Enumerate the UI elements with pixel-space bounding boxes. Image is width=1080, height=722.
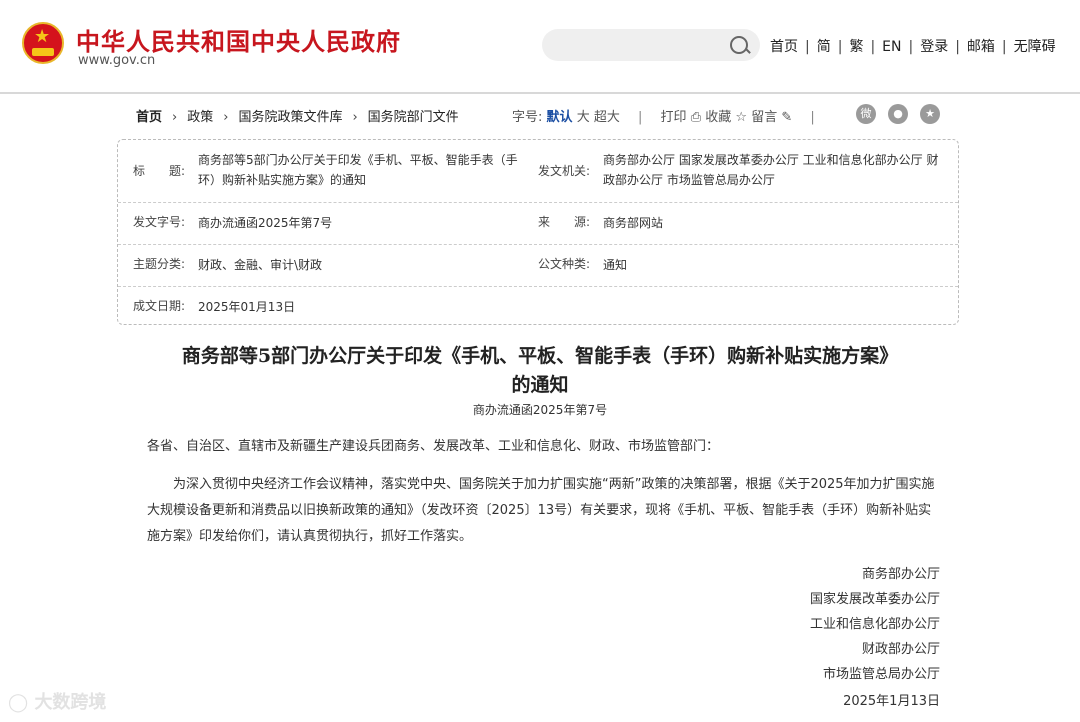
printer-icon: ⎙ [690,110,702,125]
document-title-line1: 商务部等5部门办公厅关于印发《手机、平板、智能手表（手环）购新补贴实施方案》 [181,345,899,367]
breadcrumb-policy[interactable]: 政策 [187,110,213,125]
document-title-line2: 的通知 [511,374,569,396]
source-label: 来 源: [538,215,591,229]
link-simplified[interactable]: 简 [817,39,831,55]
info-row: 标 题: 商务部等5部门办公厅关于印发《手机、平板、智能手表（手环）购新补贴实施… [118,140,958,203]
collect-button[interactable]: 收藏 [705,110,731,125]
breadcrumb-home[interactable]: 首页 [136,110,162,125]
weibo-icon[interactable]: 微 [856,104,876,124]
info-row: 发文字号: 商办流通函2025年第7号 来 源: 商务部网站 [118,202,958,245]
site-header: ★ 中华人民共和国中央人民政府 www.gov.cn 首页 | 简 | 繁 | EN | 登录 |… [0,0,1080,94]
page-tools: 字号: 默认 大 超大 | 打印 ⎙ 收藏 ☆ 留言 ✎ | [512,110,815,125]
source-value: 商务部网站 [603,216,664,230]
signatory: 国家发展改革委办公厅 [809,592,940,607]
breadcrumb-dept-docs[interactable]: 国务院部门文件 [368,110,459,125]
watermark-logo-icon: ◯ [8,692,29,713]
signatory: 工业和信息化部办公厅 [809,617,940,632]
sign-date: 2025年1月13日 [843,694,940,709]
signatory: 财政部办公厅 [861,642,940,657]
print-button[interactable]: 打印 [661,110,687,125]
salutation: 各省、自治区、直辖市及新疆生产建设兵团商务、发展改革、工业和信息化、财政、市场监… [147,439,720,454]
date-value: 2025年01月13日 [198,300,296,314]
date-label: 成文日期: [133,299,186,313]
link-login[interactable]: 登录 [920,39,948,55]
issuer-value: 商务部办公厅 国家发展改革委办公厅 工业和信息化部办公厅 财政部办公厅 市场监管… [603,153,939,187]
topic-value: 财政、金融、审计\财政 [198,258,323,272]
info-row: 主题分类: 财政、金融、审计\财政 公文种类: 通知 [118,244,958,287]
link-accessibility[interactable]: 无障碍 [1014,39,1056,55]
wechat-icon[interactable]: ● [888,104,908,124]
font-large-button[interactable]: 大 [577,110,590,125]
search-icon[interactable] [730,36,748,54]
info-row: 成文日期: 2025年01月13日 [118,286,958,324]
docno-value: 商办流通函2025年第7号 [198,216,333,230]
docno-label: 发文字号: [133,215,186,229]
watermark-text: 大数跨境 [34,692,107,713]
favorite-star-icon[interactable]: ★ [920,104,940,124]
breadcrumb-library[interactable]: 国务院政策文件库 [238,110,342,125]
search-box[interactable] [542,29,760,61]
link-mail[interactable]: 邮箱 [967,39,995,55]
signatory: 市场监管总局办公厅 [822,667,940,682]
document-number: 商办流通函2025年第7号 [472,403,608,417]
document-info-box: 标 题: 商务部等5部门办公厅关于印发《手机、平板、智能手表（手环）购新补贴实施… [117,139,959,325]
link-traditional[interactable]: 繁 [849,39,863,55]
type-value: 通知 [603,258,628,272]
link-english[interactable]: EN [882,39,901,55]
star-icon: ☆ [735,110,748,125]
link-home[interactable]: 首页 [770,39,798,55]
issuer-label: 发文机关: [538,164,591,178]
font-size-label: 字号: [512,110,543,125]
body-paragraph: 为深入贯彻中央经济工作会议精神，落实党中央、国务院关于加力扩围实施“两新”政策的… [147,477,935,544]
signatory: 商务部办公厅 [861,567,940,582]
comment-button[interactable]: 留言 [751,110,777,125]
top-links: 首页 | 简 | 繁 | EN | 登录 | 邮箱 | 无障碍 [770,39,1056,55]
national-emblem-icon[interactable]: ★ [22,22,64,64]
watermark: ◯ 大数跨境 [8,688,106,714]
topic-label: 主题分类: [133,257,186,271]
site-url: www.gov.cn [78,53,156,68]
font-xlarge-button[interactable]: 超大 [594,110,620,125]
title-value: 商务部等5部门办公厅关于印发《手机、平板、智能手表（手环）购新补贴实施方案》的通… [198,153,518,187]
document-title: 商务部等5部门办公厅关于印发《手机、平板、智能手表（手环）购新补贴实施方案》 的… [100,342,980,400]
title-label: 标 题: [133,164,186,178]
font-default-button[interactable]: 默认 [547,110,573,125]
site-name[interactable]: 中华人民共和国中央人民政府 [76,22,401,57]
type-label: 公文种类: [538,257,591,271]
pencil-icon: ✎ [781,110,793,125]
